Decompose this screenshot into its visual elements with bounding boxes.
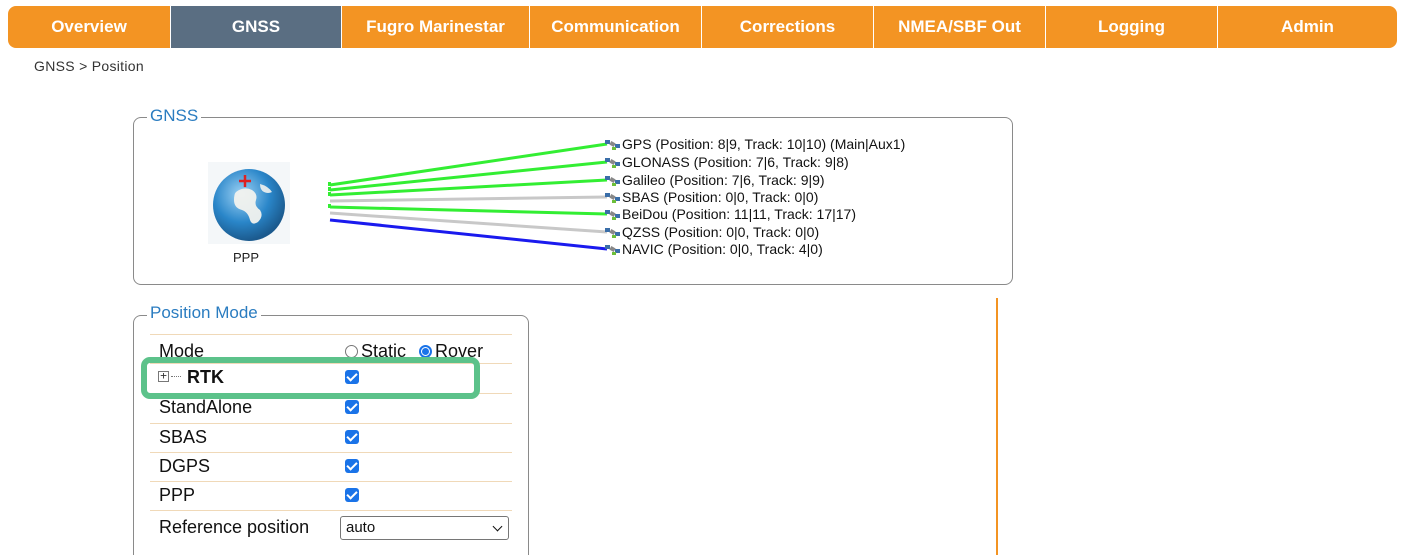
satellite-system-label: BeiDou (Position: 11|11, Track: 17|17)	[622, 206, 856, 222]
tab-fugro-marinestar[interactable]: Fugro Marinestar	[342, 6, 530, 48]
position-mode-label: PPP	[233, 250, 260, 265]
satellite-icon	[605, 245, 620, 255]
signal-line-navic	[329, 218, 608, 251]
satellite-system-galileo[interactable]: Galileo (Position: 7|6, Track: 9|9)	[604, 172, 825, 189]
satellite-icon	[605, 140, 620, 150]
sbas-label: SBAS	[159, 427, 208, 447]
satellite-system-glonass[interactable]: GLONASS (Position: 7|6, Track: 9|8)	[604, 154, 849, 171]
dgps-label: DGPS	[159, 456, 211, 476]
satellite-system-label: NAVIC (Position: 0|0, Track: 4|0)	[622, 241, 823, 257]
breadcrumb: GNSS > Position	[34, 58, 144, 74]
signal-line-qzss	[329, 211, 608, 234]
signal-line-glonass	[329, 160, 608, 192]
chevron-down-icon	[492, 521, 503, 532]
satellite-icon	[605, 176, 620, 186]
satellite-system-gps[interactable]: GPS (Position: 8|9, Track: 10|10) (Main|…	[604, 136, 905, 153]
standalone-checkbox[interactable]	[345, 400, 359, 414]
dgps-checkbox[interactable]	[345, 459, 359, 473]
reference-position-label: Reference position	[159, 517, 310, 537]
row-divider	[150, 452, 512, 453]
signal-line-beidou	[329, 205, 608, 216]
globe-icon	[208, 162, 290, 244]
tab-communication[interactable]: Communication	[530, 6, 702, 48]
signal-lines	[328, 142, 608, 251]
orange-divider	[996, 298, 998, 555]
satellite-system-sbas[interactable]: SBAS (Position: 0|0, Track: 0|0)	[604, 189, 818, 206]
satellite-icon	[605, 228, 620, 238]
satellite-system-label: QZSS (Position: 0|0, Track: 0|0)	[622, 224, 820, 240]
tab-nmea-sbf-out[interactable]: NMEA/SBF Out	[874, 6, 1046, 48]
satellite-system-beidou[interactable]: BeiDou (Position: 11|11, Track: 17|17)	[604, 206, 856, 223]
position-mode-legend: Position Mode	[147, 303, 261, 323]
tab-admin[interactable]: Admin	[1218, 6, 1397, 48]
standalone-label: StandAlone	[159, 397, 253, 417]
sbas-checkbox[interactable]	[345, 430, 359, 444]
ppp-label: PPP	[159, 485, 196, 505]
signal-line-sbas	[329, 195, 608, 203]
signal-line-galileo	[329, 178, 608, 197]
row-divider	[150, 334, 512, 335]
satellite-icon	[605, 210, 620, 220]
row-divider	[150, 481, 512, 482]
reference-position-select[interactable]: auto	[340, 516, 509, 540]
satellite-system-navic[interactable]: NAVIC (Position: 0|0, Track: 4|0)	[604, 241, 823, 258]
satellite-system-label: GLONASS (Position: 7|6, Track: 9|8)	[622, 154, 849, 170]
row-divider	[150, 423, 512, 424]
satellite-system-label: GPS (Position: 8|9, Track: 10|10) (Main|…	[622, 136, 906, 152]
gnss-panel-legend: GNSS	[147, 106, 202, 126]
satellite-icon	[605, 193, 620, 203]
tab-corrections[interactable]: Corrections	[702, 6, 874, 48]
satellite-icon	[605, 158, 620, 168]
satellite-system-label: Galileo (Position: 7|6, Track: 9|9)	[622, 172, 825, 188]
main-nav: Overview GNSS Fugro Marinestar Communica…	[8, 6, 1397, 48]
signal-line-gps	[329, 142, 608, 187]
ppp-checkbox[interactable]	[345, 488, 359, 502]
row-divider	[150, 510, 512, 511]
satellite-system-qzss[interactable]: QZSS (Position: 0|0, Track: 0|0)	[604, 224, 819, 241]
tab-gnss[interactable]: GNSS	[171, 6, 342, 48]
tab-logging[interactable]: Logging	[1046, 6, 1218, 48]
tab-overview[interactable]: Overview	[8, 6, 171, 48]
satellite-system-label: SBAS (Position: 0|0, Track: 0|0)	[622, 189, 819, 205]
rtk-highlight-frame	[141, 357, 480, 399]
reference-position-value: auto	[346, 519, 376, 536]
